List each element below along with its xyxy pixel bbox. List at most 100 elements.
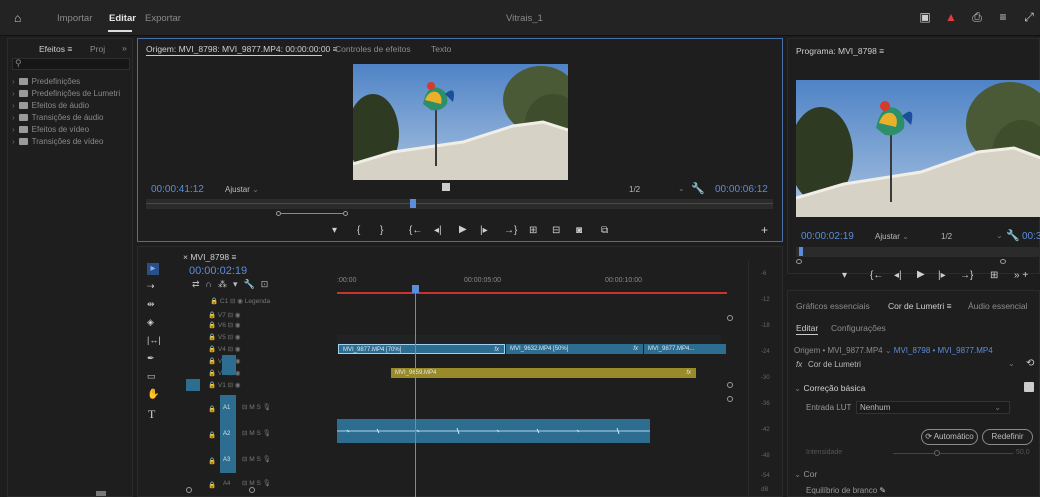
audio-scroll-handle-top[interactable] bbox=[727, 382, 733, 388]
program-resolution-dropdown[interactable]: 1/2 bbox=[941, 232, 952, 241]
tree-item-efeitos-video[interactable]: › Efeitos de vídeo bbox=[12, 125, 89, 136]
lock-icon[interactable]: 🔒 bbox=[208, 481, 216, 489]
timeline-options-icons[interactable]: ⇄∩⁂▾🔧⊡ bbox=[192, 279, 274, 290]
drop-frame-icon[interactable] bbox=[442, 183, 450, 191]
effect-chevron-icon[interactable]: ⌄ bbox=[1008, 359, 1015, 368]
program-scrubber[interactable] bbox=[796, 247, 1040, 257]
tab-cor-lumetri[interactable]: Cor de Lumetri ≡ bbox=[888, 301, 952, 311]
tab-sequence[interactable]: × MVI_8798 ≡ bbox=[183, 252, 236, 262]
fullscreen-icon[interactable]: ⤢ bbox=[1022, 10, 1036, 24]
program-play-icon[interactable]: ▶ bbox=[917, 269, 925, 280]
program-zoom-handle-left[interactable] bbox=[796, 259, 802, 264]
program-more-icon[interactable]: » + bbox=[1014, 270, 1028, 281]
program-go-to-out-icon[interactable]: →} bbox=[960, 270, 973, 281]
source-resolution-dropdown[interactable]: 1/2 bbox=[629, 185, 640, 194]
tab-graficos-essenciais[interactable]: Gráficos essenciais bbox=[796, 301, 870, 311]
selection-tool-icon[interactable]: ▸ bbox=[147, 263, 159, 275]
lut-dropdown[interactable]: Nenhum ⌄ bbox=[856, 401, 1010, 414]
program-step-back-icon[interactable]: ◂| bbox=[894, 270, 902, 281]
zoom-handle-right[interactable] bbox=[343, 211, 348, 216]
insert-icon[interactable]: ⊞ bbox=[529, 225, 537, 236]
source-timecode-left[interactable]: 00:00:41:12 bbox=[151, 184, 204, 195]
tree-item-transicoes-video[interactable]: › Transições de vídeo bbox=[12, 137, 103, 148]
intensity-handle[interactable] bbox=[934, 450, 940, 456]
program-zoom-handle-right[interactable] bbox=[1000, 259, 1006, 264]
audio-scroll-handle[interactable] bbox=[727, 396, 733, 402]
program-go-to-in-icon[interactable]: {← bbox=[870, 270, 883, 281]
source-patch-a1[interactable] bbox=[186, 381, 200, 391]
reset-effect-icon[interactable]: ⟲ bbox=[1026, 358, 1034, 369]
button-editor-add-icon[interactable]: + bbox=[761, 223, 768, 237]
panel-resize-icon[interactable] bbox=[96, 491, 106, 496]
track-select-tool-icon[interactable]: ⇢ bbox=[147, 281, 155, 292]
razor-tool-icon[interactable]: ◈ bbox=[147, 317, 154, 328]
track-v4[interactable]: 🔒 V4 ⊟ ◉ bbox=[208, 345, 241, 353]
work-area-bar[interactable] bbox=[337, 292, 727, 294]
tab-program[interactable]: Programa: MVI_8798 ≡ bbox=[796, 46, 884, 56]
program-resolution-chevron-icon[interactable]: ⌄ bbox=[996, 231, 1003, 240]
track-a1[interactable]: A1 bbox=[220, 395, 236, 421]
tree-item-predefinicoes-lumetri[interactable]: › Predefinições de Lumetri bbox=[12, 89, 120, 100]
h-zoom-handle-left[interactable] bbox=[186, 487, 192, 493]
tab-audio-essencial[interactable]: Áudio essencial bbox=[968, 301, 1028, 311]
pen-tool-icon[interactable]: ✒ bbox=[147, 353, 155, 364]
tree-item-transicoes-audio[interactable]: › Transições de áudio bbox=[12, 113, 103, 124]
type-tool-icon[interactable]: T bbox=[148, 407, 155, 422]
tree-item-efeitos-audio[interactable]: › Efeitos de áudio bbox=[12, 101, 89, 112]
lock-icon[interactable]: 🔒 bbox=[208, 431, 216, 439]
rectangle-tool-icon[interactable]: ▭ bbox=[147, 371, 156, 382]
tab-importar[interactable]: Importar bbox=[57, 13, 92, 24]
step-forward-icon[interactable]: |▸ bbox=[480, 225, 488, 236]
share-icon[interactable]: ⎙ bbox=[970, 10, 984, 24]
play-icon[interactable]: ▶ bbox=[459, 224, 467, 235]
subtab-editar[interactable]: Editar bbox=[796, 323, 818, 333]
program-playhead[interactable] bbox=[799, 247, 803, 256]
home-icon[interactable]: ⌂ bbox=[14, 12, 26, 24]
program-timecode-left[interactable]: 00:00:02:19 bbox=[801, 231, 854, 242]
tab-exportar[interactable]: Exportar bbox=[145, 13, 181, 24]
track-v7[interactable]: 🔒 V7 ⊟ ◉ bbox=[208, 311, 241, 319]
effects-search-input[interactable]: ⚲ bbox=[12, 58, 130, 70]
track-a3[interactable]: A3 bbox=[220, 447, 236, 473]
track-a2[interactable]: A2 bbox=[220, 421, 236, 447]
tab-projeto[interactable]: Proj bbox=[90, 44, 105, 54]
mark-in-icon[interactable]: { bbox=[357, 225, 360, 236]
go-to-in-icon[interactable]: {← bbox=[409, 225, 422, 236]
hand-tool-icon[interactable]: ✋ bbox=[147, 389, 159, 400]
ripple-edit-tool-icon[interactable]: ⇹ bbox=[147, 299, 155, 310]
source-selector[interactable]: Origem • MVI_9877.MP4 ⌄ MVI_8798 • MVI_9… bbox=[794, 346, 993, 355]
track-v6[interactable]: 🔒 V6 ⊟ ◉ bbox=[208, 321, 241, 329]
tab-effect-controls[interactable]: Controles de efeitos bbox=[335, 44, 411, 54]
program-add-marker-icon[interactable]: ▾ bbox=[842, 270, 847, 281]
audio-clip-a2[interactable] bbox=[337, 419, 650, 443]
mark-out-icon[interactable]: } bbox=[380, 225, 383, 236]
basic-correction-checkbox[interactable] bbox=[1024, 382, 1034, 392]
timeline-playhead-line[interactable] bbox=[415, 292, 416, 497]
program-wrench-icon[interactable]: 🔧 bbox=[1006, 229, 1020, 242]
lock-icon[interactable]: 🔒 bbox=[208, 405, 216, 413]
a2-controls[interactable]: ⊟ M S 🎙 bbox=[242, 429, 271, 437]
source-zoom-bar[interactable] bbox=[146, 211, 773, 217]
add-marker-icon[interactable]: ▾ bbox=[332, 225, 337, 236]
source-playhead[interactable] bbox=[410, 199, 416, 208]
subtab-configuracoes[interactable]: Configurações bbox=[831, 323, 886, 333]
program-step-forward-icon[interactable]: |▸ bbox=[938, 270, 946, 281]
reset-button[interactable]: Redefinir bbox=[982, 429, 1033, 445]
source-fit-dropdown[interactable]: Ajustar ⌄ bbox=[225, 185, 259, 194]
workspaces-icon[interactable]: ≡ bbox=[996, 10, 1010, 24]
intensity-slider[interactable] bbox=[893, 450, 1013, 456]
track-v1[interactable]: 🔒 V1 ⊟ ◉ bbox=[208, 381, 241, 389]
lock-icon[interactable]: 🔒 bbox=[208, 457, 216, 465]
track-v5[interactable]: 🔒 V5 ⊟ ◉ bbox=[208, 333, 241, 341]
program-fit-dropdown[interactable]: Ajustar ⌄ bbox=[875, 232, 909, 241]
tab-source[interactable]: Origem: MVI_8798: MVI_9877.MP4: 00:00:00… bbox=[146, 44, 338, 54]
more-panels-icon[interactable]: » bbox=[122, 43, 127, 53]
slip-tool-icon[interactable]: |↔| bbox=[147, 335, 161, 345]
resolution-chevron-icon[interactable]: ⌄ bbox=[678, 184, 685, 193]
tab-efeitos[interactable]: Efeitos ≡ bbox=[39, 44, 72, 54]
tab-editar[interactable]: Editar bbox=[109, 13, 136, 24]
go-to-out-icon[interactable]: →} bbox=[504, 225, 517, 236]
quick-export-icon[interactable]: ▣ bbox=[918, 10, 932, 24]
timeline-timecode[interactable]: 00:00:02:19 bbox=[189, 265, 247, 277]
clip-v4-3[interactable]: MVI_9877.MP4... bbox=[644, 344, 726, 354]
